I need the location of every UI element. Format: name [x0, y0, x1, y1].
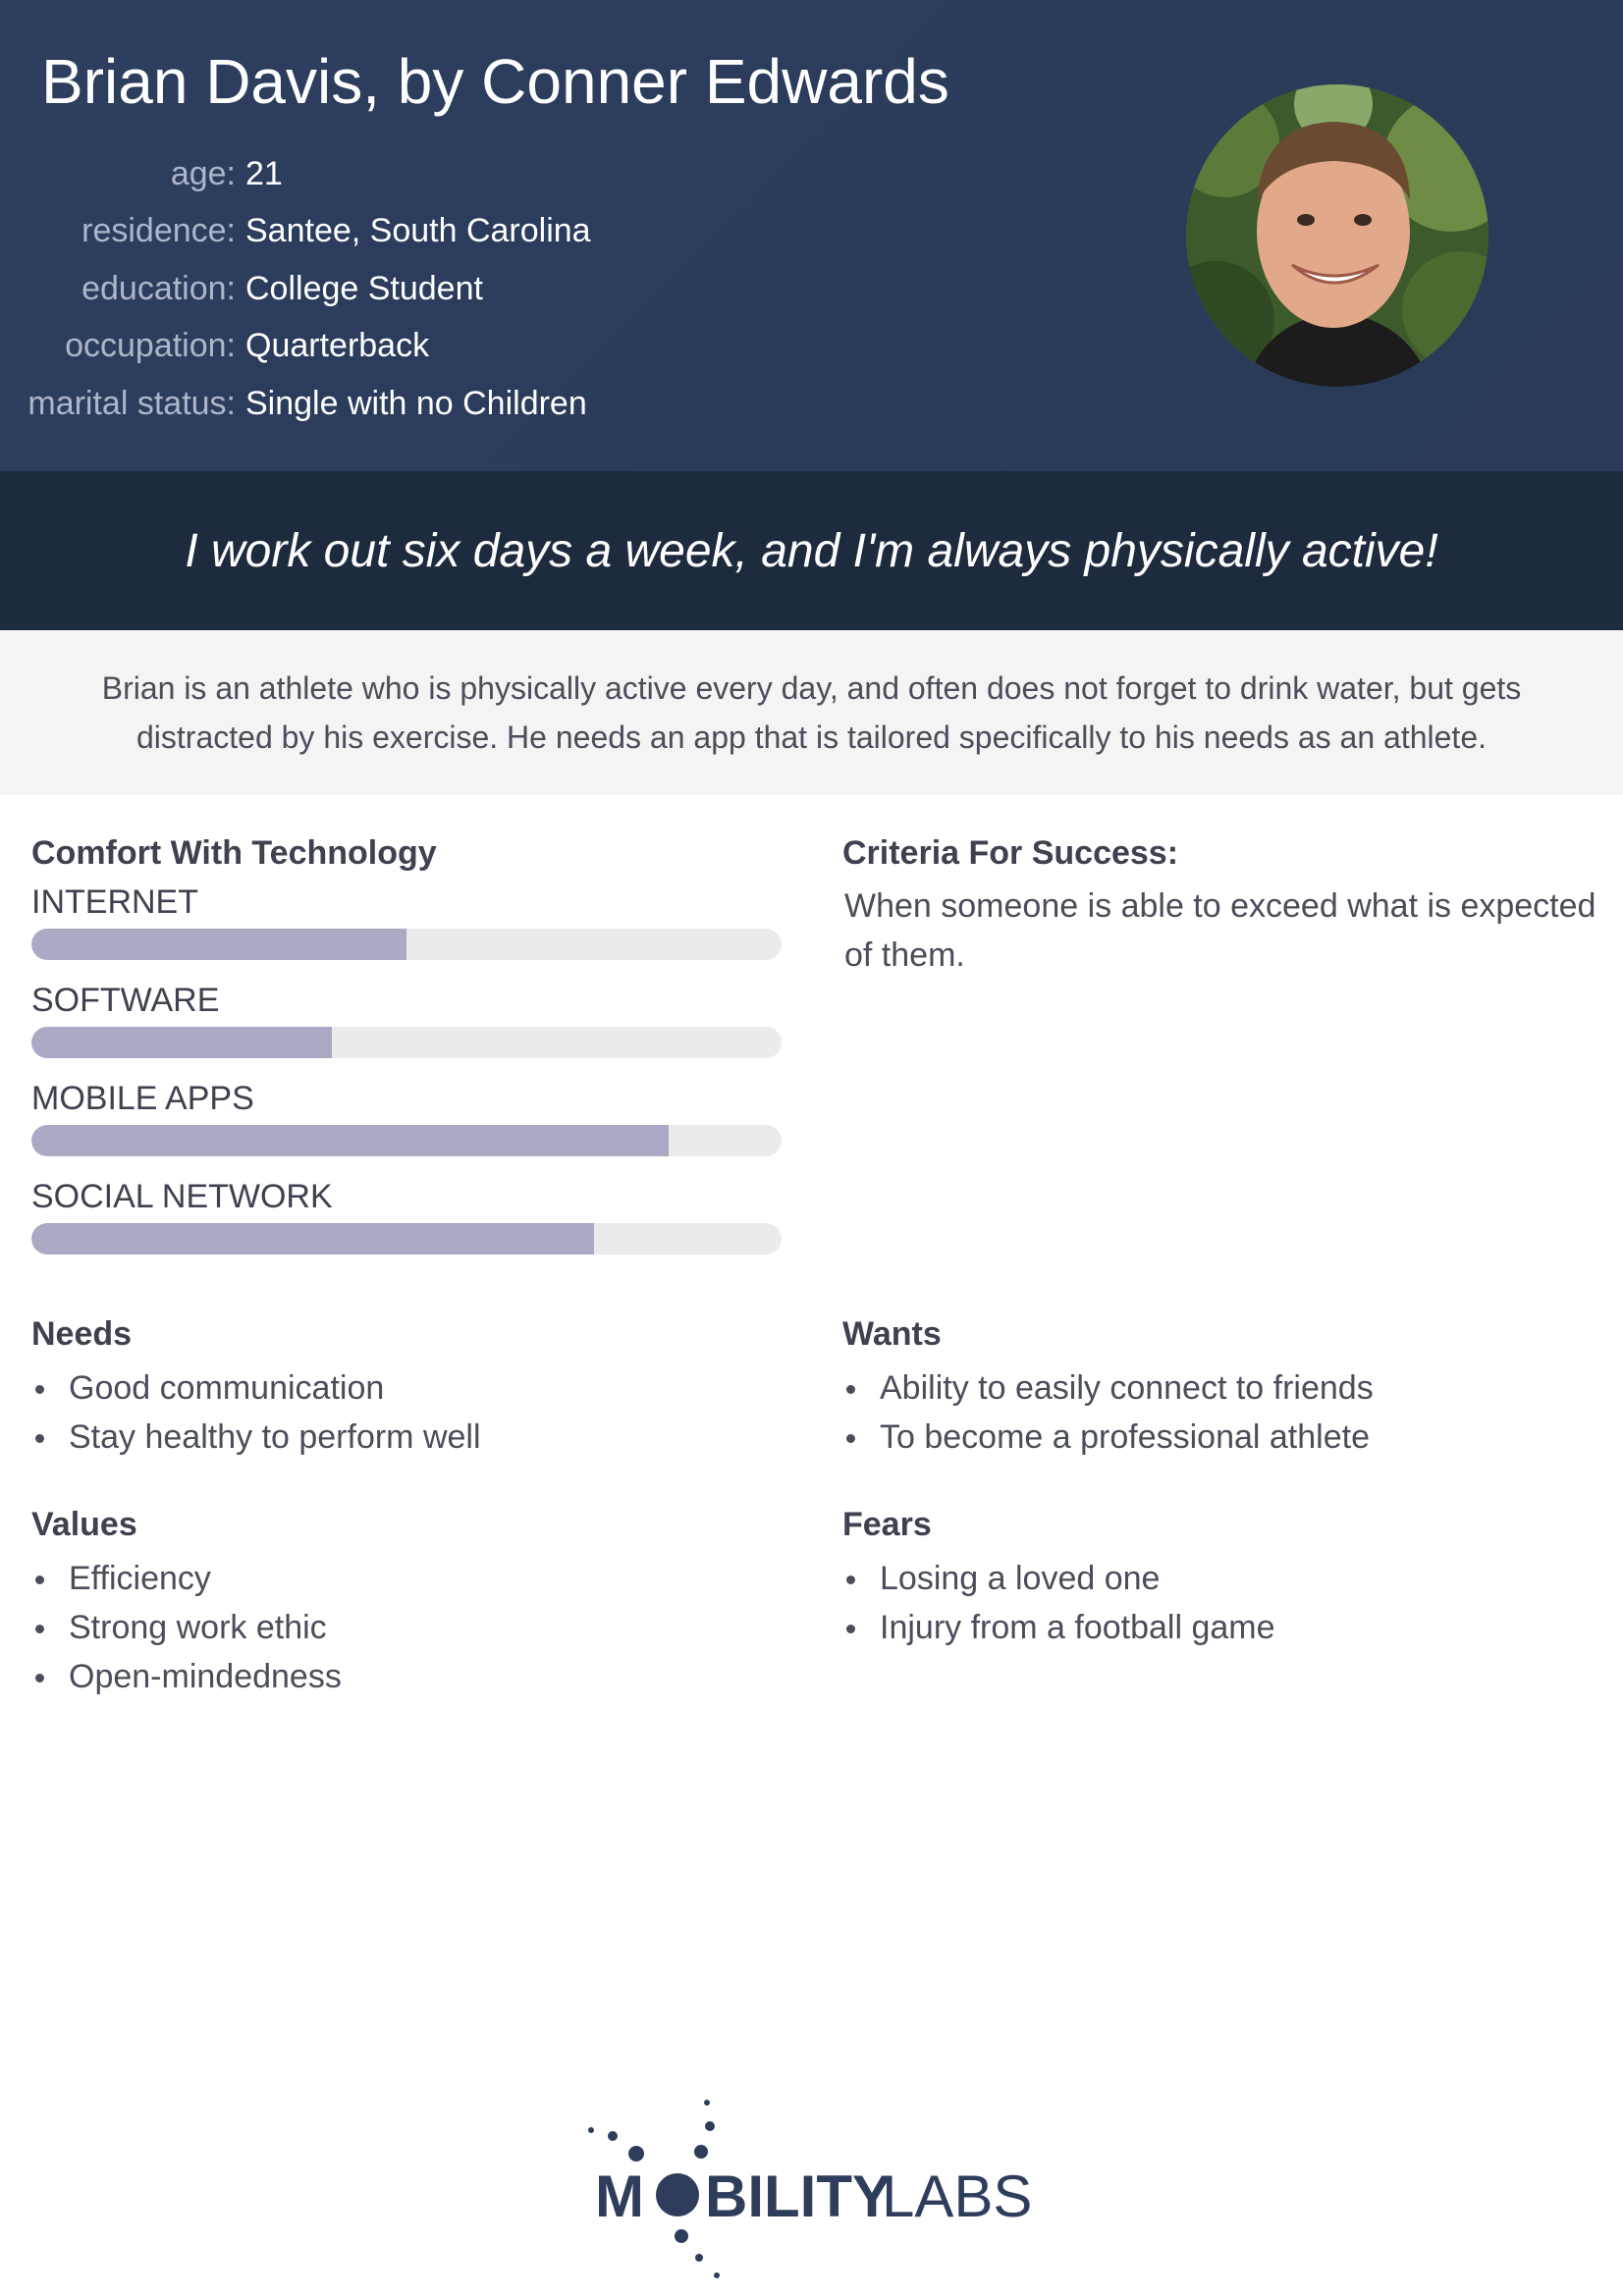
- list-item: Stay healthy to perform well: [31, 1413, 481, 1462]
- attribute-age: age: 21: [0, 145, 591, 203]
- attribute-value: Single with no Children: [245, 384, 587, 422]
- criteria-text: When someone is able to exceed what is e…: [844, 887, 1596, 974]
- fears-list: Losing a loved one Injury from a footbal…: [842, 1554, 1275, 1652]
- comfort-bar-internet: [31, 929, 782, 960]
- comfort-bar-social-network: [31, 1223, 782, 1255]
- attribute-value: 21: [245, 154, 283, 192]
- list-item: To become a professional athlete: [842, 1413, 1374, 1462]
- logo-text-m: M: [595, 2163, 644, 2229]
- list-item: Ability to easily connect to friends: [842, 1363, 1374, 1413]
- list-item: Efficiency: [31, 1554, 342, 1603]
- needs-list: Good communication Stay healthy to perfo…: [31, 1363, 481, 1462]
- logo-text-bility: BILITY: [705, 2163, 892, 2229]
- list-item: Strong work ethic: [31, 1603, 342, 1652]
- criteria-heading: Criteria For Success:: [842, 834, 1179, 872]
- comfort-label-social-network: SOCIAL NETWORK: [31, 1178, 333, 1215]
- values-list: Efficiency Strong work ethic Open-minded…: [31, 1554, 342, 1701]
- attribute-occupation: occupation: Quarterback: [0, 318, 591, 376]
- needs-heading: Needs: [31, 1315, 133, 1353]
- list-item: Losing a loved one: [842, 1554, 1275, 1603]
- persona-title: Brian Davis, by Conner Edwards: [41, 46, 949, 117]
- values-heading: Values: [31, 1506, 137, 1543]
- comfort-heading: Comfort With Technology: [31, 834, 437, 872]
- comfort-bar-fill: [31, 1027, 332, 1058]
- list-item: Injury from a football game: [842, 1603, 1275, 1652]
- attribute-residence: residence: Santee, South Carolina: [0, 203, 591, 261]
- logo-text-labs: LABS: [882, 2163, 1032, 2229]
- attribute-label: age:: [170, 154, 236, 192]
- attribute-label: education:: [81, 269, 236, 307]
- persona-photo: [1186, 84, 1488, 387]
- wants-heading: Wants: [842, 1315, 942, 1353]
- attribute-value: Santee, South Carolina: [245, 212, 591, 250]
- attribute-education: education: College Student: [0, 260, 591, 318]
- attribute-label: marital status:: [27, 384, 236, 422]
- comfort-label-internet: INTERNET: [31, 883, 198, 921]
- wants-list: Ability to easily connect to friends To …: [842, 1363, 1374, 1462]
- attribute-value: Quarterback: [245, 327, 430, 365]
- persona-photo-illustration: [1186, 84, 1488, 387]
- persona-attributes: age: 21 residence: Santee, South Carolin…: [0, 145, 591, 433]
- attribute-label: residence:: [81, 212, 236, 250]
- attribute-label: occupation:: [65, 327, 236, 365]
- summary-band: Brian is an athlete who is physically ac…: [0, 630, 1623, 795]
- comfort-bar-mobile-apps: [31, 1125, 782, 1156]
- persona-quote: I work out six days a week, and I'm alwa…: [185, 524, 1438, 577]
- comfort-bar-software: [31, 1027, 782, 1058]
- fears-heading: Fears: [842, 1506, 932, 1543]
- quote-band: I work out six days a week, and I'm alwa…: [0, 471, 1623, 630]
- list-item: Open-mindedness: [31, 1652, 342, 1701]
- persona-summary: Brian is an athlete who is physically ac…: [101, 670, 1522, 755]
- comfort-label-software: SOFTWARE: [31, 982, 220, 1019]
- comfort-bar-fill: [31, 1223, 594, 1255]
- mobility-labs-logo: M BILITY LABS: [579, 2091, 1051, 2287]
- attribute-value: College Student: [245, 269, 483, 307]
- logo-graphic: M BILITY LABS: [588, 2100, 1032, 2278]
- comfort-bar-fill: [31, 929, 406, 960]
- comfort-bar-fill: [31, 1125, 670, 1156]
- persona-header: Brian Davis, by Conner Edwards age: 21 r…: [0, 0, 1623, 471]
- comfort-label-mobile-apps: MOBILE APPS: [31, 1080, 254, 1117]
- attribute-marital-status: marital status: Single with no Children: [0, 375, 591, 433]
- list-item: Good communication: [31, 1363, 481, 1413]
